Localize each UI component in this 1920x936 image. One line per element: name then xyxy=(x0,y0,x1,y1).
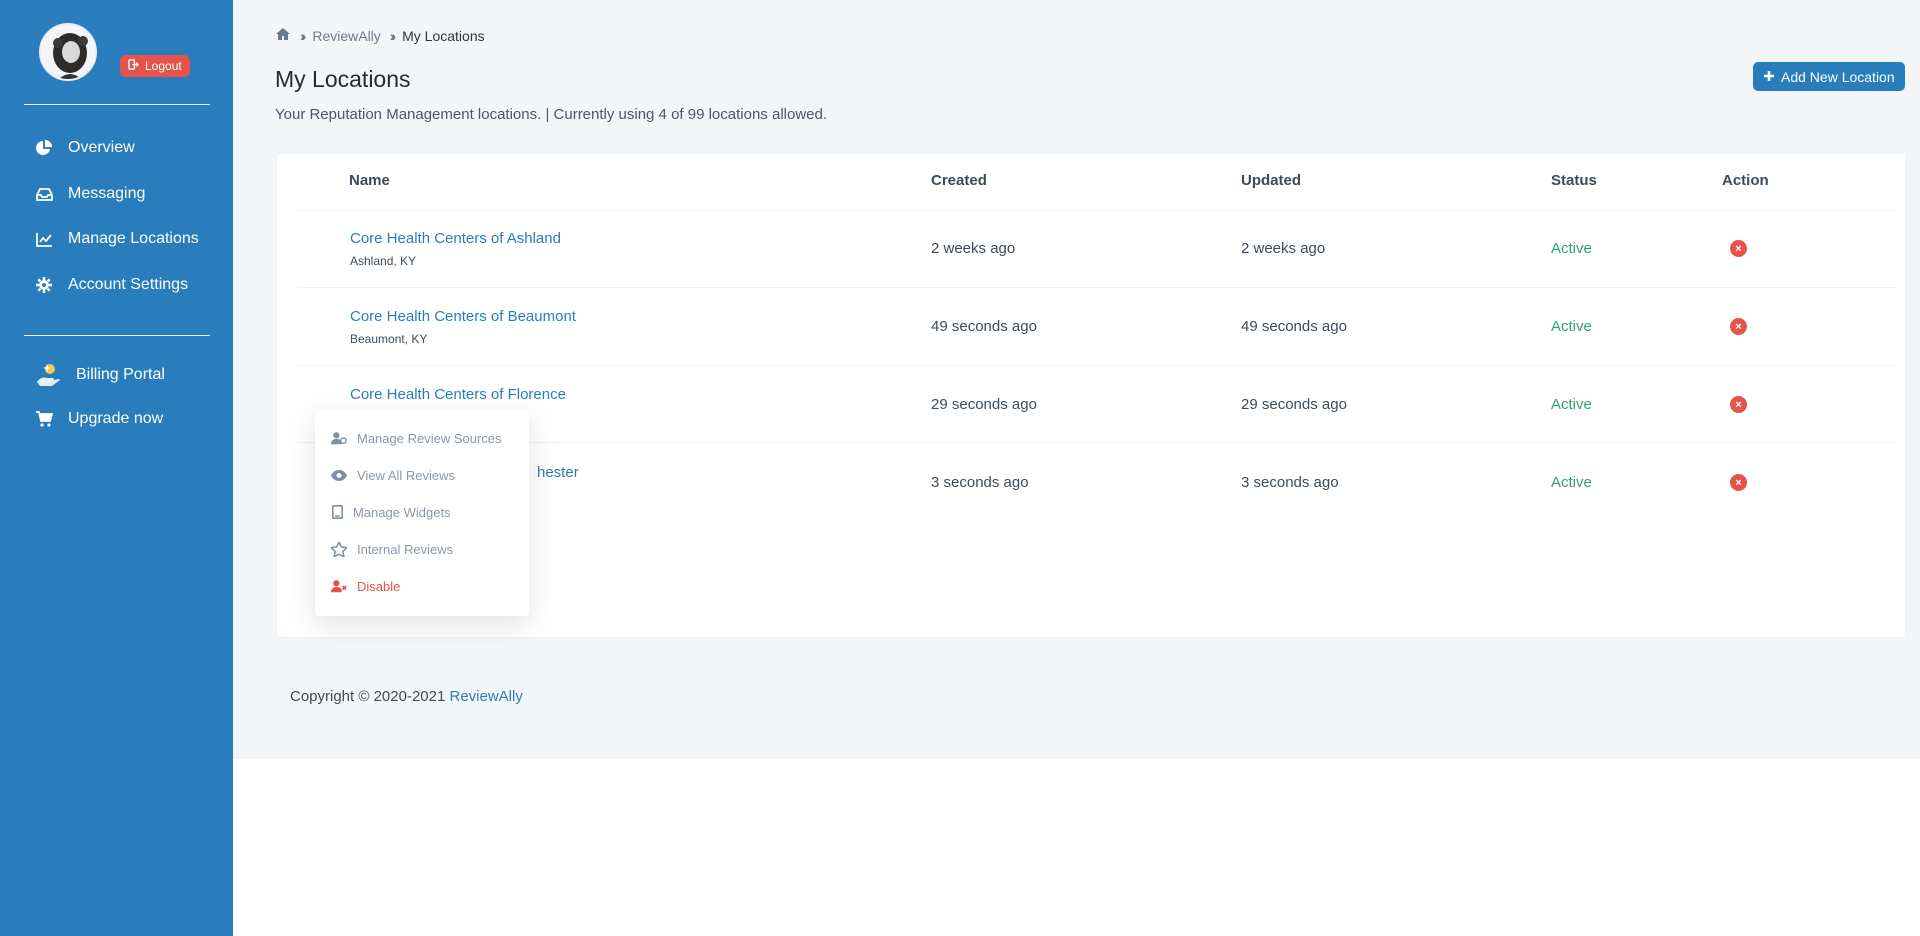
close-circle-icon[interactable]: × xyxy=(1730,396,1747,413)
sidebar-item-label: Upgrade now xyxy=(68,410,164,427)
menu-item-view-all-reviews[interactable]: View All Reviews xyxy=(331,467,455,483)
status-badge: Active xyxy=(1551,240,1592,257)
column-header-created[interactable]: Created xyxy=(931,172,987,189)
row-divider xyxy=(297,210,1897,211)
row-divider xyxy=(297,365,1897,366)
user-x-icon xyxy=(331,578,347,594)
sidebar-item-account-settings[interactable]: Account Settings xyxy=(35,276,188,294)
sidebar-divider xyxy=(24,104,210,105)
logout-icon xyxy=(128,59,140,73)
breadcrumb-root[interactable]: ReviewAlly xyxy=(312,28,380,44)
sidebar-item-label: Overview xyxy=(68,139,135,156)
updated-cell: 29 seconds ago xyxy=(1241,396,1347,413)
created-cell: 3 seconds ago xyxy=(931,474,1029,491)
breadcrumb-current: My Locations xyxy=(402,27,485,44)
sidebar-divider xyxy=(24,335,210,336)
sidebar-item-upgrade-now[interactable]: Upgrade now xyxy=(35,410,163,428)
page-subtitle: Your Reputation Management locations. | … xyxy=(275,106,828,123)
sidebar-item-messaging[interactable]: Messaging xyxy=(35,185,145,203)
location-name-link[interactable]: Core Health Centers of Ashland xyxy=(350,230,561,247)
menu-item-disable[interactable]: Disable xyxy=(331,578,400,594)
menu-item-manage-widgets[interactable]: Manage Widgets xyxy=(331,504,451,520)
breadcrumb: ›› ReviewAlly ›› My Locations xyxy=(275,27,485,44)
row-divider xyxy=(297,442,1897,443)
pie-chart-icon xyxy=(35,139,53,157)
footer-link[interactable]: ReviewAlly xyxy=(450,688,523,705)
close-circle-icon[interactable]: × xyxy=(1730,474,1747,491)
menu-item-label: Manage Widgets xyxy=(353,504,451,520)
location-city: Ashland, KY xyxy=(350,254,417,268)
footer: Copyright © 2020-2021 ReviewAlly xyxy=(290,688,523,705)
menu-item-label: Disable xyxy=(357,578,401,594)
logout-label: Logout xyxy=(145,59,182,73)
plus-icon xyxy=(1763,69,1775,85)
star-icon xyxy=(331,541,347,557)
updated-cell: 3 seconds ago xyxy=(1241,474,1339,491)
avatar[interactable] xyxy=(39,23,97,81)
location-name-link[interactable]: Core Health Centers of Beaumont xyxy=(350,308,576,325)
status-badge: Active xyxy=(1551,396,1592,413)
menu-item-manage-review-sources[interactable]: Manage Review Sources xyxy=(331,430,502,446)
hand-coin-icon xyxy=(35,362,61,388)
sidebar-item-label: Manage Locations xyxy=(68,230,199,247)
inbox-icon xyxy=(35,185,53,203)
line-chart-icon xyxy=(35,230,53,248)
logout-button[interactable]: Logout xyxy=(120,55,190,77)
add-button-label: Add New Location xyxy=(1781,68,1895,85)
close-circle-icon[interactable]: × xyxy=(1730,318,1747,335)
status-badge: Active xyxy=(1551,474,1592,491)
menu-item-label: Internal Reviews xyxy=(357,541,454,557)
column-header-action: Action xyxy=(1722,172,1769,189)
location-actions-menu: Manage Review Sources View All Reviews M… xyxy=(315,410,529,616)
cart-icon xyxy=(35,410,53,428)
sidebar: Logout Overview Messaging Manage Locatio… xyxy=(0,0,233,936)
row-divider xyxy=(297,287,1897,288)
chevron-double-right-icon: ›› xyxy=(389,27,397,44)
updated-cell: 2 weeks ago xyxy=(1241,240,1326,257)
created-cell: 2 weeks ago xyxy=(931,240,1016,257)
menu-item-internal-reviews[interactable]: Internal Reviews xyxy=(331,541,453,557)
sidebar-item-label: Account Settings xyxy=(68,276,189,293)
column-header-updated[interactable]: Updated xyxy=(1241,172,1301,189)
updated-cell: 49 seconds ago xyxy=(1241,318,1347,335)
eye-icon xyxy=(331,467,347,483)
created-cell: 49 seconds ago xyxy=(931,318,1037,335)
created-cell: 29 seconds ago xyxy=(931,396,1037,413)
sidebar-item-overview[interactable]: Overview xyxy=(35,139,135,157)
add-new-location-button[interactable]: Add New Location xyxy=(1753,62,1905,91)
status-badge: Active xyxy=(1551,318,1592,335)
sidebar-item-label: Billing Portal xyxy=(76,366,165,383)
tablet-icon xyxy=(331,504,343,520)
column-header-name[interactable]: Name xyxy=(349,172,390,189)
main-content: ›› ReviewAlly ›› My Locations My Locatio… xyxy=(233,0,1920,759)
menu-item-label: View All Reviews xyxy=(357,467,456,483)
location-city: Beaumont, KY xyxy=(350,332,428,346)
sidebar-item-billing-portal[interactable]: Billing Portal xyxy=(35,362,165,388)
close-circle-icon[interactable]: × xyxy=(1730,240,1747,257)
location-name-link[interactable]: Core Health Centers of Florence xyxy=(350,386,566,403)
column-header-status[interactable]: Status xyxy=(1551,172,1597,189)
copyright-text: Copyright © 2020-2021 xyxy=(290,688,446,705)
sidebar-item-manage-locations[interactable]: Manage Locations xyxy=(35,230,199,248)
gear-icon xyxy=(35,276,53,294)
home-icon[interactable] xyxy=(275,27,291,44)
location-name-link[interactable]: hester xyxy=(537,464,579,481)
page-title: My Locations xyxy=(275,66,411,92)
sidebar-item-label: Messaging xyxy=(68,185,146,202)
user-gear-icon xyxy=(331,430,347,446)
chevron-double-right-icon: ›› xyxy=(300,27,307,44)
menu-item-label: Manage Review Sources xyxy=(357,430,502,446)
